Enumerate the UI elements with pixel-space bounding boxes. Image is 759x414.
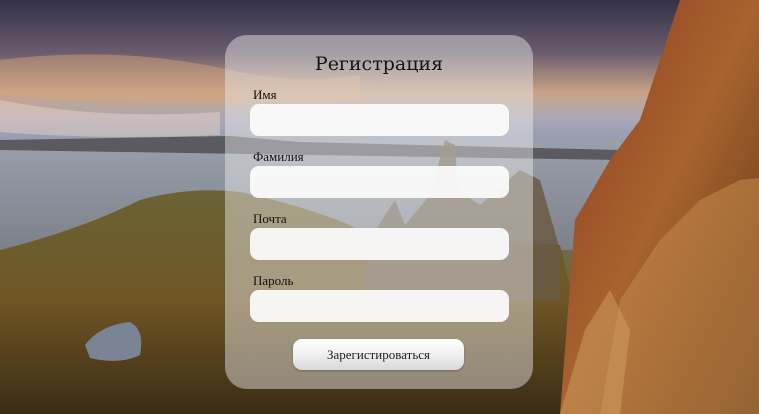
last-name-label: Фамилия	[253, 149, 304, 164]
email-label: Почта	[253, 211, 287, 226]
email-input[interactable]	[250, 228, 509, 260]
last-name-input[interactable]	[250, 166, 509, 198]
password-label: Пароль	[253, 273, 294, 288]
register-button[interactable]: Зарегистироваться	[293, 339, 464, 370]
registration-form-card: Регистрация Имя Фамилия Почта Пароль Зар…	[225, 35, 533, 389]
first-name-input[interactable]	[250, 104, 509, 136]
first-name-label: Имя	[253, 87, 277, 102]
form-title: Регистрация	[314, 53, 444, 75]
password-input[interactable]	[250, 290, 509, 322]
